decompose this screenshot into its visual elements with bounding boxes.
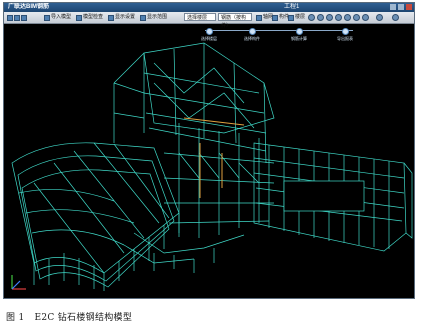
floor-select[interactable]: 选择楼层 [184, 13, 216, 21]
measure-icon[interactable] [353, 14, 360, 21]
layer-select[interactable]: 钢筋（按构件） [218, 13, 252, 29]
window-controls [390, 4, 412, 10]
maximize-icon[interactable] [398, 4, 404, 10]
minimize-icon[interactable] [390, 4, 396, 10]
right-wing [253, 142, 413, 252]
component-icon [272, 14, 278, 21]
display-settings-button[interactable]: 显示设置 [108, 13, 135, 22]
steel-structure-wireframe [11, 42, 413, 291]
import-model-button[interactable]: 导入模型 [44, 13, 71, 22]
display-settings-label: 显示设置 [115, 14, 136, 20]
3d-viewport[interactable] [4, 23, 414, 299]
figure-caption: 图 1 E2C 钻石楼钢结构模型 [6, 310, 142, 323]
app-title: 广联达BIM钢筋 [8, 4, 49, 10]
project-title: 工程1 [284, 4, 300, 10]
component-button[interactable]: 构件 [272, 13, 289, 22]
figure-text: E2C 钻石楼钢结构模型 [34, 313, 133, 323]
file-button-group [7, 13, 27, 22]
title-bar: 广联达BIM钢筋 工程1 [4, 3, 414, 12]
grid-icon [256, 14, 262, 21]
new-icon[interactable] [7, 14, 13, 21]
layers-icon[interactable] [362, 14, 369, 21]
display-range-button[interactable]: 显示范围 [140, 13, 167, 22]
display-range-label: 显示范围 [147, 14, 168, 20]
display-icon [108, 14, 114, 21]
close-icon[interactable] [406, 4, 412, 10]
model-check-button[interactable]: 模型检查 [76, 13, 103, 22]
application-window: 广联达BIM钢筋 工程1 导入模型 模型检查 显示设置 显示范围 选择楼层 钢筋… [3, 2, 415, 299]
import-icon [44, 14, 50, 21]
save-icon[interactable] [21, 14, 27, 21]
central-tower [113, 42, 275, 238]
grid-button[interactable]: 轴网 [256, 13, 273, 22]
help-icon[interactable] [392, 14, 399, 21]
figure-number: 图 1 [6, 313, 25, 323]
zoom-icon[interactable] [326, 14, 333, 21]
model-check-label: 模型检查 [83, 14, 104, 20]
rotate-icon[interactable] [308, 14, 315, 21]
settings-icon[interactable] [376, 14, 383, 21]
check-icon [76, 14, 82, 21]
pan-icon[interactable] [317, 14, 324, 21]
open-icon[interactable] [14, 14, 20, 21]
axis-triad-icon [11, 275, 26, 290]
range-icon [140, 14, 146, 21]
import-model-label: 导入模型 [51, 14, 72, 20]
fit-icon[interactable] [335, 14, 342, 21]
left-wing-columns [33, 213, 180, 291]
floor-button[interactable]: 楼层 [288, 13, 305, 22]
section-icon[interactable] [344, 14, 351, 21]
floor-icon [288, 14, 294, 21]
floor-label: 楼层 [295, 14, 306, 20]
